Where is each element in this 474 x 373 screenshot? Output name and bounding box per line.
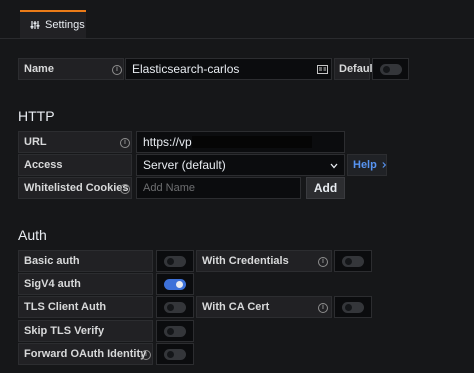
with-ca-cert-toggle-box	[334, 296, 372, 318]
toggle-knob	[167, 257, 174, 265]
info-icon[interactable]: i	[120, 184, 130, 194]
url-label: URL	[24, 136, 47, 148]
add-cookie-button[interactable]: Add	[306, 177, 345, 199]
add-label: Add	[313, 181, 338, 195]
url-label-cell: URL i	[18, 131, 132, 153]
cookie-name-placeholder: Add Name	[143, 182, 195, 194]
toggle-knob	[167, 303, 174, 311]
toggle-knob	[167, 350, 174, 358]
help-label: Help	[353, 159, 377, 171]
help-button[interactable]: Help	[347, 154, 387, 176]
access-select[interactable]: Server (default)	[136, 154, 345, 176]
toggle-knob	[176, 280, 183, 288]
chevron-down-icon	[330, 163, 338, 169]
sigv4-auth-toggle[interactable]	[164, 278, 186, 290]
basic-auth-label-cell: Basic auth	[18, 250, 153, 272]
with-credentials-label: With Credentials	[202, 255, 289, 267]
basic-auth-toggle-box	[156, 250, 194, 272]
default-toggle[interactable]	[379, 63, 402, 75]
http-section-title: HTTP	[18, 108, 55, 124]
info-icon[interactable]: i	[120, 138, 130, 148]
tab-settings[interactable]: Settings	[20, 10, 86, 38]
tab-divider	[0, 38, 474, 39]
info-icon[interactable]: i	[112, 65, 122, 75]
basic-auth-toggle[interactable]	[164, 255, 186, 267]
info-icon[interactable]: i	[318, 257, 328, 267]
toggle-knob	[382, 65, 390, 73]
redacted-bar	[192, 136, 312, 148]
auth-section-title: Auth	[18, 227, 47, 243]
tab-label: Settings	[45, 19, 85, 31]
name-value: Elasticsearch-carlos	[132, 62, 240, 76]
default-label-cell: Default	[334, 58, 376, 80]
name-label-cell: Name i	[18, 58, 124, 80]
forward-oauth-toggle-box	[156, 343, 194, 365]
id-card-icon	[317, 65, 328, 74]
skip-tls-verify-toggle-box	[156, 320, 194, 342]
sliders-icon	[30, 21, 40, 29]
sigv4-auth-toggle-box	[156, 273, 194, 295]
default-toggle-box	[372, 58, 409, 80]
info-icon[interactable]: i	[318, 303, 328, 313]
tls-client-auth-toggle-box	[156, 296, 194, 318]
with-ca-cert-toggle[interactable]	[342, 301, 364, 313]
access-value: Server (default)	[143, 158, 226, 172]
with-credentials-label-cell: With Credentials i	[196, 250, 332, 272]
tls-client-auth-label-cell: TLS Client Auth	[18, 296, 153, 318]
toggle-knob	[167, 327, 174, 335]
forward-oauth-toggle[interactable]	[164, 348, 186, 360]
forward-oauth-label: Forward OAuth Identity	[24, 348, 147, 360]
cookie-name-input[interactable]: Add Name	[136, 177, 301, 199]
sigv4-auth-label-cell: SigV4 auth	[18, 273, 153, 295]
forward-oauth-label-cell: Forward OAuth Identity i	[18, 343, 153, 365]
tls-client-auth-toggle[interactable]	[164, 301, 186, 313]
with-ca-cert-label: With CA Cert	[202, 301, 270, 313]
skip-tls-verify-label-cell: Skip TLS Verify	[18, 320, 153, 342]
access-label-cell: Access	[18, 154, 132, 176]
with-ca-cert-label-cell: With CA Cert i	[196, 296, 332, 318]
tls-client-auth-label: TLS Client Auth	[24, 301, 107, 313]
skip-tls-verify-toggle[interactable]	[164, 325, 186, 337]
name-label: Name	[24, 63, 54, 75]
cookies-label: Whitelisted Cookies	[24, 182, 129, 194]
toggle-knob	[345, 257, 352, 265]
with-credentials-toggle[interactable]	[342, 255, 364, 267]
access-label: Access	[24, 159, 63, 171]
toggle-knob	[345, 303, 352, 311]
basic-auth-label: Basic auth	[24, 255, 80, 267]
default-label: Default	[339, 63, 377, 75]
cookies-label-cell: Whitelisted Cookies i	[18, 177, 132, 199]
skip-tls-verify-label: Skip TLS Verify	[24, 325, 105, 337]
name-input[interactable]: Elasticsearch-carlos	[125, 58, 332, 80]
with-credentials-toggle-box	[334, 250, 372, 272]
sigv4-auth-label: SigV4 auth	[24, 278, 81, 290]
info-icon[interactable]: i	[141, 350, 151, 360]
url-input[interactable]: https://vpc-	[136, 131, 345, 153]
chevron-right-icon	[382, 162, 386, 168]
